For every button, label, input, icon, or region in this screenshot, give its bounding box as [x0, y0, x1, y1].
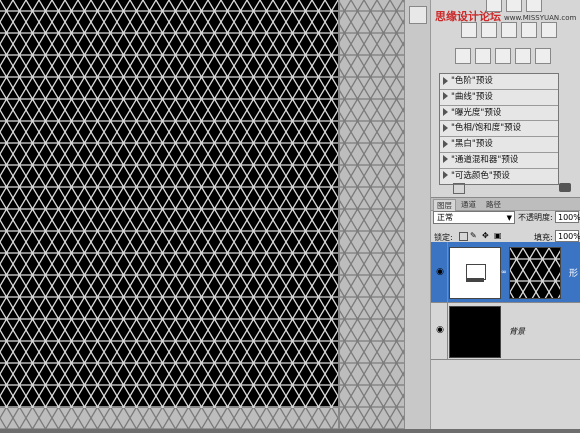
expand-triangle-icon[interactable]	[443, 139, 448, 148]
layer-thumbnail	[449, 247, 501, 299]
blend-mode-select[interactable]: 正常 ▼	[433, 211, 515, 224]
panel-dock-strip	[404, 0, 431, 429]
camera-icon[interactable]	[559, 183, 571, 192]
lock-position-icon[interactable]: ✥	[482, 231, 489, 240]
triangle-grid-pattern	[0, 0, 338, 408]
tool-icon[interactable]	[486, 0, 502, 12]
right-panels: 思缘设计论坛 www.MISSYUAN.com "色阶"预设 "曲线"预设 "曝光…	[430, 0, 580, 429]
link-icon[interactable]: ∞	[501, 268, 507, 276]
layer-name: 形	[569, 269, 579, 279]
preset-item[interactable]: "色相/饱和度"预设	[440, 121, 558, 138]
posterize-icon[interactable]	[475, 48, 491, 64]
gradient-map-icon[interactable]	[515, 48, 531, 64]
tool-icon[interactable]	[506, 0, 522, 12]
expand-triangle-icon[interactable]	[443, 76, 448, 85]
layer-row[interactable]: ◉ 背景	[431, 303, 580, 360]
mask-icon[interactable]	[453, 183, 465, 194]
visibility-eye-icon[interactable]: ◉	[435, 267, 445, 277]
lock-pixels-icon[interactable]: ✎	[470, 231, 477, 240]
canvas-artwork	[0, 0, 404, 429]
layer-name: 背景	[509, 327, 525, 336]
dropdown-arrow-icon: ▼	[506, 214, 512, 222]
tab-paths[interactable]: 路径	[483, 199, 504, 210]
visibility-eye-icon[interactable]: ◉	[435, 325, 445, 335]
expand-triangle-icon[interactable]	[443, 155, 448, 164]
preset-item[interactable]: "黑白"预设	[440, 137, 558, 153]
document-canvas[interactable]	[0, 0, 404, 429]
tool-icon[interactable]	[526, 0, 542, 12]
expand-triangle-icon[interactable]	[443, 171, 448, 180]
invert-icon[interactable]	[455, 48, 471, 64]
preset-item[interactable]: "通道混和器"预设	[440, 153, 558, 169]
exposure-icon[interactable]	[521, 22, 537, 38]
adjustment-presets-list: "色阶"预设 "曲线"预设 "曝光度"预设 "色相/饱和度"预设 "黑白"预设 …	[439, 73, 559, 185]
layer-row-selected[interactable]: ◉ ∞ 形	[431, 242, 580, 303]
tab-layers[interactable]: 图层	[433, 199, 456, 211]
dock-toggle-icon[interactable]	[409, 6, 427, 24]
fill-input[interactable]: 100%	[555, 230, 580, 242]
expand-triangle-icon[interactable]	[443, 92, 448, 101]
threshold-icon[interactable]	[495, 48, 511, 64]
vibrance-icon[interactable]	[541, 22, 557, 38]
preset-item[interactable]: "曝光度"预设	[440, 106, 558, 122]
curves-icon[interactable]	[501, 22, 517, 38]
preset-item[interactable]: "可选颜色"预设	[440, 169, 558, 184]
layer-thumbnail	[449, 306, 501, 358]
layers-tab-bar: 图层 通道 路径	[431, 197, 580, 211]
brightness-icon[interactable]	[461, 22, 477, 38]
expand-triangle-icon[interactable]	[443, 123, 448, 132]
selective-color-icon[interactable]	[535, 48, 551, 64]
opacity-input[interactable]: 100%	[555, 211, 580, 223]
preset-item[interactable]: "色阶"预设	[440, 74, 558, 90]
expand-triangle-icon[interactable]	[443, 108, 448, 117]
tab-channels[interactable]: 通道	[458, 199, 479, 210]
levels-icon[interactable]	[481, 22, 497, 38]
lock-all-icon[interactable]: ▣	[494, 231, 502, 240]
lock-transparency-icon[interactable]	[459, 232, 468, 241]
layer-mask-thumbnail	[509, 247, 561, 299]
opacity-label: 不透明度:	[518, 213, 553, 222]
preset-item[interactable]: "曲线"预设	[440, 90, 558, 106]
